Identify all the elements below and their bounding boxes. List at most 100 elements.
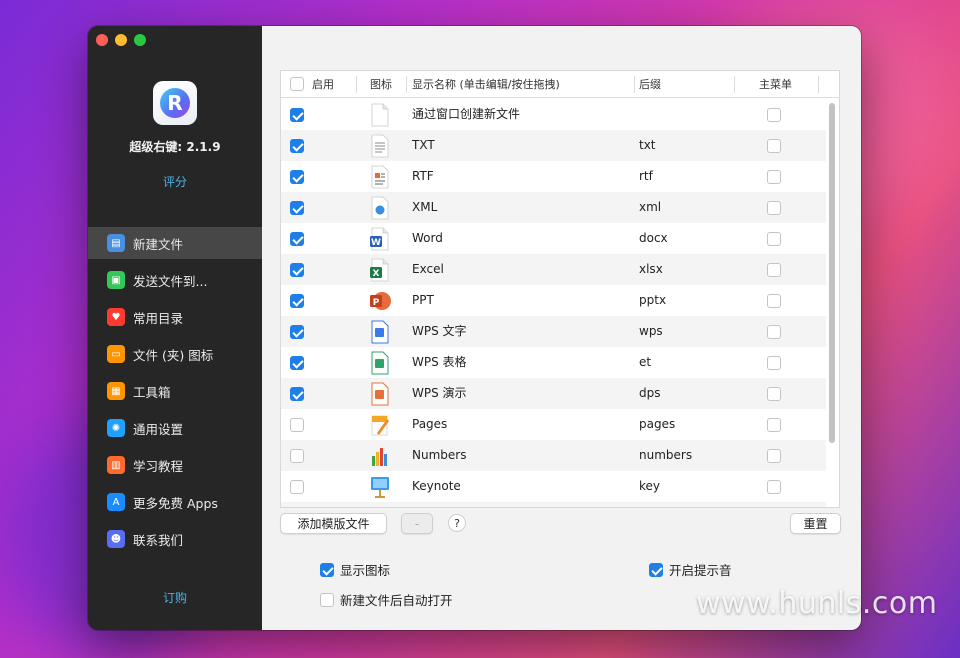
table-row[interactable]: W Word docx bbox=[281, 223, 826, 254]
main-menu-checkbox[interactable] bbox=[767, 139, 781, 153]
row-name[interactable]: 通过窗口创建新文件 bbox=[412, 99, 520, 130]
select-all-checkbox[interactable] bbox=[290, 77, 304, 91]
column-divider bbox=[734, 76, 735, 93]
row-extension[interactable]: key bbox=[639, 471, 660, 502]
row-name[interactable]: Pages bbox=[412, 409, 447, 440]
header-main-menu[interactable]: 主菜单 bbox=[759, 71, 792, 98]
table-row[interactable]: WPS 演示 dps bbox=[281, 378, 826, 409]
row-extension[interactable]: et bbox=[639, 347, 651, 378]
table-row[interactable]: WPS 表格 et bbox=[281, 347, 826, 378]
sidebar-item-1[interactable]: ▣ 发送文件到... bbox=[88, 264, 262, 296]
main-menu-checkbox[interactable] bbox=[767, 325, 781, 339]
subscribe-link[interactable]: 订购 bbox=[88, 589, 262, 606]
row-name[interactable]: WPS 演示 bbox=[412, 378, 467, 409]
show-icon-option[interactable]: 显示图标 bbox=[320, 560, 390, 579]
row-extension[interactable]: dps bbox=[639, 378, 661, 409]
sidebar-item-8[interactable]: ☻ 联系我们 bbox=[88, 523, 262, 555]
main-menu-checkbox[interactable] bbox=[767, 480, 781, 494]
row-extension[interactable]: pages bbox=[639, 409, 675, 440]
row-extension[interactable]: txt bbox=[639, 130, 656, 161]
header-extension[interactable]: 后缀 bbox=[639, 71, 661, 98]
blank-doc-icon bbox=[369, 103, 391, 127]
table-row[interactable]: P PPT pptx bbox=[281, 285, 826, 316]
enabled-checkbox[interactable] bbox=[290, 418, 304, 432]
row-name[interactable]: WPS 文字 bbox=[412, 316, 467, 347]
main-menu-checkbox[interactable] bbox=[767, 201, 781, 215]
sidebar-item-6[interactable]: ▥ 学习教程 bbox=[88, 449, 262, 481]
reset-button[interactable]: 重置 bbox=[790, 513, 841, 534]
row-name[interactable]: PPT bbox=[412, 285, 434, 316]
row-name[interactable]: WPS 表格 bbox=[412, 347, 467, 378]
row-extension[interactable]: numbers bbox=[639, 440, 692, 471]
header-icon[interactable]: 图标 bbox=[370, 71, 392, 98]
header-name[interactable]: 显示名称 (单击编辑/按住拖拽) bbox=[412, 71, 560, 98]
row-name[interactable]: Keynote bbox=[412, 471, 461, 502]
row-extension[interactable]: xlsx bbox=[639, 254, 663, 285]
main-menu-checkbox[interactable] bbox=[767, 108, 781, 122]
sound-option[interactable]: 开启提示音 bbox=[649, 560, 732, 579]
main-menu-checkbox[interactable] bbox=[767, 294, 781, 308]
row-name[interactable]: RTF bbox=[412, 161, 434, 192]
enabled-checkbox[interactable] bbox=[290, 294, 304, 308]
sidebar-item-7[interactable]: A 更多免费 Apps bbox=[88, 486, 262, 518]
sidebar-item-4[interactable]: ▦ 工具箱 bbox=[88, 375, 262, 407]
row-name[interactable]: TXT bbox=[412, 130, 435, 161]
minimize-button[interactable] bbox=[115, 34, 127, 46]
main-menu-checkbox[interactable] bbox=[767, 418, 781, 432]
txt-doc-icon bbox=[369, 134, 391, 158]
enabled-checkbox[interactable] bbox=[290, 325, 304, 339]
enabled-checkbox[interactable] bbox=[290, 387, 304, 401]
enabled-checkbox[interactable] bbox=[290, 449, 304, 463]
row-extension[interactable]: wps bbox=[639, 316, 663, 347]
enabled-checkbox[interactable] bbox=[290, 201, 304, 215]
sidebar-item-5[interactable]: ✺ 通用设置 bbox=[88, 412, 262, 444]
enabled-checkbox[interactable] bbox=[290, 480, 304, 494]
row-extension[interactable]: xml bbox=[639, 192, 661, 223]
table-row[interactable]: Pages pages bbox=[281, 409, 826, 440]
sidebar-item-2[interactable]: ♥ 常用目录 bbox=[88, 301, 262, 333]
enabled-checkbox[interactable] bbox=[290, 139, 304, 153]
enabled-checkbox[interactable] bbox=[290, 356, 304, 370]
row-extension[interactable]: docx bbox=[639, 223, 668, 254]
row-name[interactable]: XML bbox=[412, 192, 437, 223]
remove-button[interactable]: - bbox=[401, 513, 433, 534]
table-row[interactable]: Numbers numbers bbox=[281, 440, 826, 471]
help-button[interactable]: ? bbox=[448, 514, 466, 532]
enabled-checkbox[interactable] bbox=[290, 232, 304, 246]
main-menu-checkbox[interactable] bbox=[767, 263, 781, 277]
table-row[interactable]: XML xml bbox=[281, 192, 826, 223]
main-menu-checkbox[interactable] bbox=[767, 449, 781, 463]
table-row[interactable]: X Excel xlsx bbox=[281, 254, 826, 285]
main-menu-checkbox[interactable] bbox=[767, 387, 781, 401]
enabled-checkbox[interactable] bbox=[290, 263, 304, 277]
table-row[interactable]: TXT txt bbox=[281, 130, 826, 161]
table-row[interactable]: 通过窗口创建新文件 bbox=[281, 99, 826, 130]
auto-open-option[interactable]: 新建文件后自动打开 bbox=[320, 590, 453, 609]
main-menu-checkbox[interactable] bbox=[767, 356, 781, 370]
rate-link[interactable]: 评分 bbox=[88, 173, 262, 190]
table-row[interactable]: RTF rtf bbox=[281, 161, 826, 192]
add-template-button[interactable]: 添加模版文件 bbox=[280, 513, 387, 534]
table-row[interactable]: WPS 文字 wps bbox=[281, 316, 826, 347]
main-menu-checkbox[interactable] bbox=[767, 170, 781, 184]
sound-checkbox[interactable] bbox=[649, 562, 663, 577]
row-name[interactable]: Word bbox=[412, 223, 443, 254]
enabled-checkbox[interactable] bbox=[290, 170, 304, 184]
vertical-scrollbar[interactable] bbox=[829, 103, 835, 443]
show-icon-checkbox[interactable] bbox=[320, 562, 334, 577]
table-row[interactable]: Keynote key bbox=[281, 471, 826, 502]
sidebar-item-3[interactable]: ▭ 文件 (夹) 图标 bbox=[88, 338, 262, 370]
row-name[interactable]: Numbers bbox=[412, 440, 466, 471]
row-name[interactable]: Excel bbox=[412, 254, 444, 285]
table-row[interactable] bbox=[281, 502, 826, 507]
row-extension[interactable]: rtf bbox=[639, 161, 653, 192]
auto-open-checkbox[interactable] bbox=[320, 592, 334, 607]
sidebar-item-0[interactable]: ▤ 新建文件 bbox=[88, 227, 262, 259]
contacts-icon: ☻ bbox=[107, 530, 125, 548]
enabled-checkbox[interactable] bbox=[290, 108, 304, 122]
row-extension[interactable]: pptx bbox=[639, 285, 666, 316]
zoom-button[interactable] bbox=[134, 34, 146, 46]
header-enabled[interactable]: 启用 bbox=[312, 71, 334, 98]
close-button[interactable] bbox=[96, 34, 108, 46]
main-menu-checkbox[interactable] bbox=[767, 232, 781, 246]
